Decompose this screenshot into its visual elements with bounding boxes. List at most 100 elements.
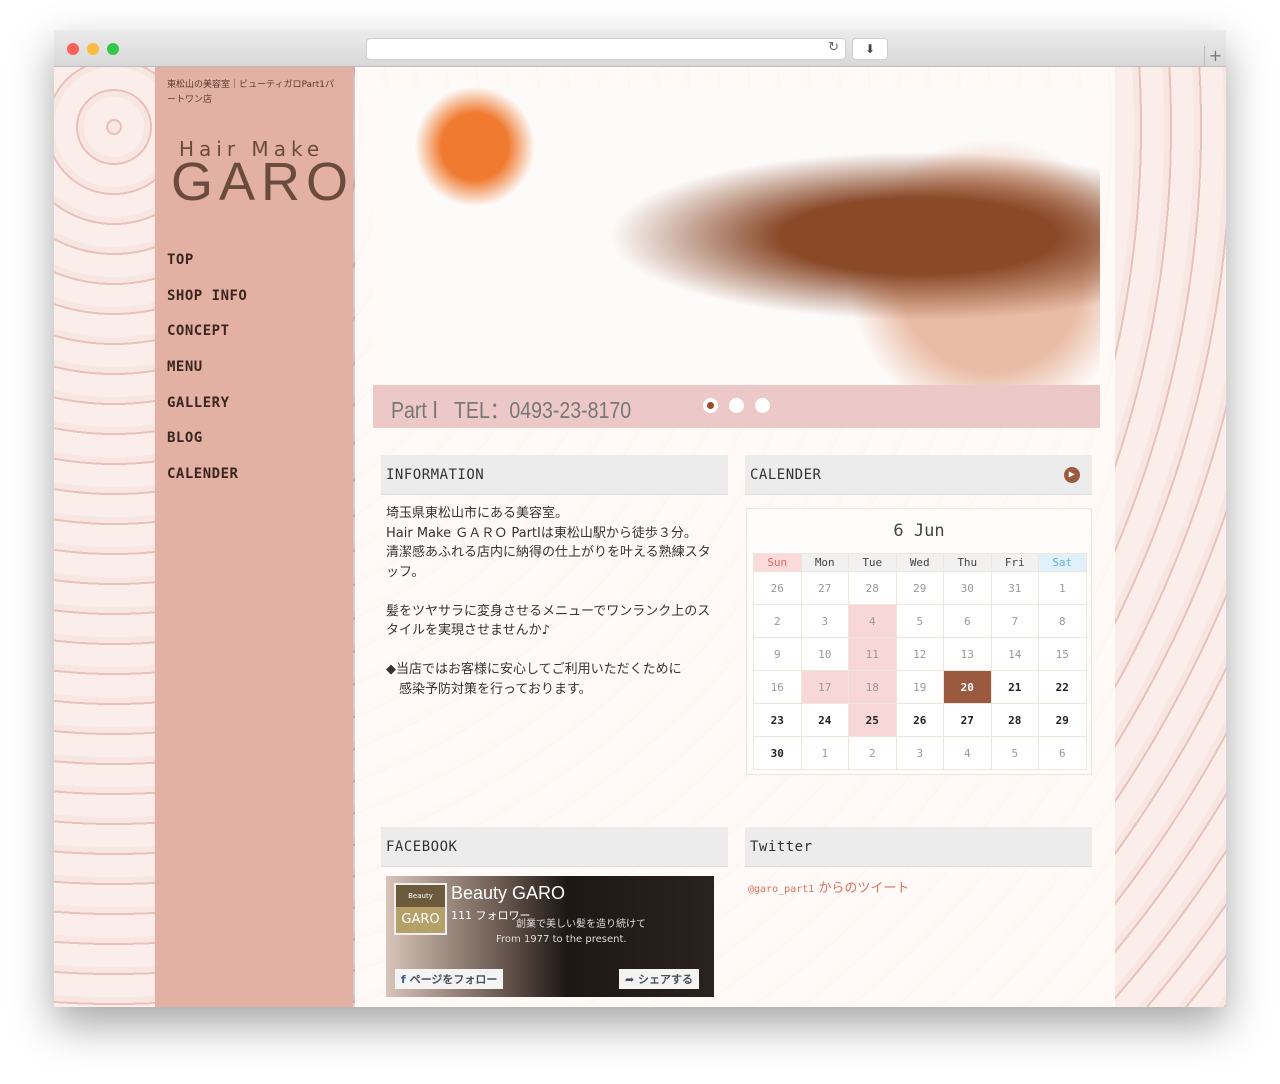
slide-dot-3[interactable] <box>755 398 770 413</box>
weekday-header: Wed <box>895 553 944 572</box>
main-nav: TOP SHOP INFO CONCEPT MENU GALLERY BLOG … <box>167 252 247 502</box>
nav-top[interactable]: TOP <box>167 252 247 288</box>
facebook-icon: f <box>401 973 410 986</box>
calendar-day[interactable]: 28 <box>990 703 1039 737</box>
calendar-day[interactable]: 16 <box>753 670 802 704</box>
calendar-day[interactable]: 21 <box>990 670 1039 704</box>
slide-dot-1[interactable] <box>703 398 718 413</box>
calendar-day[interactable]: 30 <box>943 571 992 605</box>
calendar-day[interactable]: 22 <box>1038 670 1087 704</box>
calendar-day[interactable]: 28 <box>848 571 897 605</box>
calendar-day[interactable]: 1 <box>800 736 849 770</box>
calendar-week: 23 24 25 26 27 28 29 <box>753 703 1087 737</box>
calendar-day[interactable]: 10 <box>800 637 849 671</box>
close-button[interactable] <box>67 43 79 55</box>
weekday-header: Sun <box>753 553 802 572</box>
weekday-header: Thu <box>943 553 992 572</box>
weekday-header: Fri <box>990 553 1039 572</box>
share-button[interactable]: ➦ シェアする <box>619 969 700 989</box>
calendar-day[interactable]: 11 <box>848 637 897 671</box>
cover-text: 創業で美しい髪を造り続けて <box>516 919 646 930</box>
nav-shop-info[interactable]: SHOP INFO <box>167 288 247 324</box>
facebook-page-logo[interactable]: Beauty GARO <box>394 883 447 935</box>
calendar-day[interactable]: 2 <box>753 604 802 638</box>
sidebar: 東松山の美容室｜ビューティガロPart1パートワン店 Hair Make GAR… <box>155 67 353 1007</box>
calendar-grid: Sun Mon Tue Wed Thu Fri Sat 26 27 28 29 30 31 1 2 3 4 5 6 7… <box>753 553 1087 770</box>
new-tab-button[interactable]: + <box>1204 46 1226 67</box>
calendar-week: 30 1 2 3 4 5 6 <box>753 736 1087 770</box>
twitter-timeline-link[interactable]: @garo_part1 からのツイート <box>748 877 909 896</box>
calendar-day[interactable]: 12 <box>895 637 944 671</box>
calendar-title: 6 Jun <box>893 521 945 541</box>
calendar-day[interactable]: 6 <box>943 604 992 638</box>
site-tagline: 東松山の美容室｜ビューティガロPart1パートワン店 <box>167 80 334 105</box>
browser-toolbar: ↻ ⬇ + <box>54 30 1226 67</box>
calendar-day[interactable]: 15 <box>1038 637 1087 671</box>
nav-calender[interactable]: CALENDER <box>167 466 247 502</box>
calendar-day[interactable]: 20 <box>943 670 992 704</box>
calendar-day[interactable]: 3 <box>800 604 849 638</box>
calendar-day[interactable]: 17 <box>800 670 849 704</box>
hero-slider-image <box>373 87 1100 385</box>
address-bar[interactable]: ↻ <box>366 38 846 60</box>
phone-number: Part Ⅰ TEL：0493-23-8170 <box>391 397 632 423</box>
facebook-page-plugin: Beauty GARO Beauty GARO 111 フォロワー 創業で美しい髪… <box>386 876 714 997</box>
cover-text: From 1977 to the present. <box>496 934 627 945</box>
calendar-day[interactable]: 4 <box>943 736 992 770</box>
calendar-day[interactable]: 7 <box>990 604 1039 638</box>
calendar-day[interactable]: 30 <box>753 736 802 770</box>
calendar-day[interactable]: 9 <box>753 637 802 671</box>
calendar-day[interactable]: 29 <box>895 571 944 605</box>
nav-menu[interactable]: MENU <box>167 359 247 395</box>
calendar-day[interactable]: 25 <box>848 703 897 737</box>
browser-window: ↻ ⬇ + 東松山の美容室｜ビューティガロPart1パートワン店 Hair Ma… <box>54 30 1226 1007</box>
nav-gallery[interactable]: GALLERY <box>167 395 247 431</box>
download-icon[interactable]: ⬇ <box>852 38 888 60</box>
reload-icon[interactable]: ↻ <box>828 40 839 55</box>
calendar-day[interactable]: 1 <box>1038 571 1087 605</box>
logo[interactable]: GARO <box>171 151 354 213</box>
share-label: シェアする <box>638 973 694 986</box>
nav-blog[interactable]: BLOG <box>167 430 247 466</box>
follow-page-button[interactable]: f ページをフォロー <box>395 969 504 989</box>
twitter-handle[interactable]: @garo_part1 <box>748 884 814 895</box>
main-content: Part Ⅰ TEL：0493-23-8170 INFORMATION 埼玉県東… <box>355 67 1115 1007</box>
calendar-widget: 6 Jun Sun Mon Tue Wed Thu Fri Sat 26 27 28 29 30 31 1… <box>746 508 1092 775</box>
logo-bottom-text: GARO <box>401 912 440 927</box>
calendar-day[interactable]: 3 <box>895 736 944 770</box>
calendar-day[interactable]: 13 <box>943 637 992 671</box>
calendar-day[interactable]: 26 <box>895 703 944 737</box>
slide-dot-2[interactable] <box>729 398 744 413</box>
twitter-link-text[interactable]: からのツイート <box>814 881 909 896</box>
follow-label: ページをフォロー <box>409 973 498 986</box>
calendar-day[interactable]: 8 <box>1038 604 1087 638</box>
calendar-day[interactable]: 31 <box>990 571 1039 605</box>
info-paragraph: 髪をツヤサラに変身させるメニューでワンランク上のスタイルを実現させませんか♪ <box>386 603 711 639</box>
calendar-day[interactable]: 4 <box>848 604 897 638</box>
calendar-day[interactable]: 6 <box>1038 736 1087 770</box>
calendar-day[interactable]: 26 <box>753 571 802 605</box>
calendar-day[interactable]: 19 <box>895 670 944 704</box>
calendar-day[interactable]: 5 <box>990 736 1039 770</box>
calendar-heading: CALENDER <box>750 467 822 483</box>
calendar-day[interactable]: 5 <box>895 604 944 638</box>
calendar-day[interactable]: 24 <box>800 703 849 737</box>
slider-dots <box>703 398 781 417</box>
maximize-button[interactable] <box>107 43 119 55</box>
facebook-page-name[interactable]: Beauty GARO <box>451 883 565 904</box>
minimize-button[interactable] <box>87 43 99 55</box>
chevron-right-icon[interactable]: ▶ <box>1064 467 1080 483</box>
calendar-day[interactable]: 14 <box>990 637 1039 671</box>
calendar-day[interactable]: 23 <box>753 703 802 737</box>
calendar-day[interactable]: 29 <box>1038 703 1087 737</box>
nav-concept[interactable]: CONCEPT <box>167 323 247 359</box>
calendar-day[interactable]: 27 <box>943 703 992 737</box>
calendar-day[interactable]: 27 <box>800 571 849 605</box>
calendar-day[interactable]: 18 <box>848 670 897 704</box>
weekday-header: Sat <box>1038 553 1087 572</box>
calendar-week: 9 10 11 12 13 14 15 <box>753 637 1087 671</box>
calendar-day[interactable]: 2 <box>848 736 897 770</box>
info-paragraph: ◆当店ではお客様に安心してご利用いただくために 感染予防対策を行っております。 <box>386 662 682 697</box>
calendar-week: 16 17 18 19 20 21 22 <box>753 670 1087 704</box>
info-paragraph: 埼玉県東松山市にある美容室。 Hair Make ＧＡＲＯ PartⅠは東松山駅… <box>386 506 711 580</box>
